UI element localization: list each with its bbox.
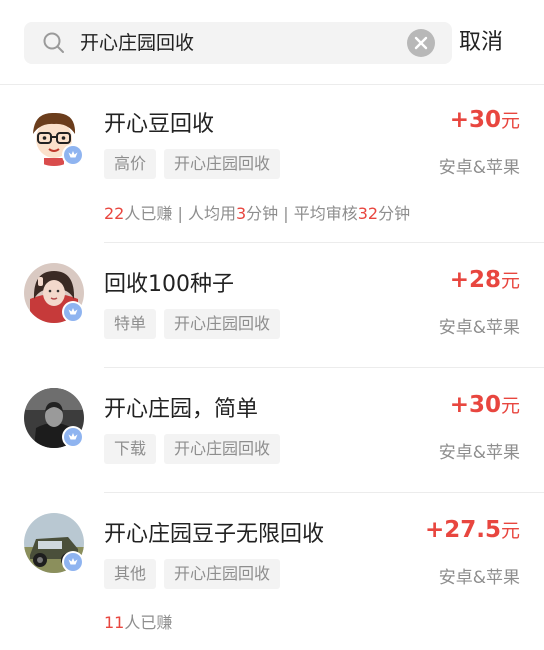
task-title: 开心庄园，简单: [104, 397, 259, 422]
tag: 特单: [104, 309, 157, 339]
avg-time-suffix: 分钟: [246, 204, 279, 223]
verified-badge-icon: [62, 426, 84, 448]
task-item[interactable]: 回收100种子 +28元 特单 开心庄园回收 安卓&苹果: [0, 243, 544, 367]
reward-unit: 元: [500, 110, 520, 132]
reward-unit: 元: [500, 270, 520, 292]
search-box[interactable]: [24, 22, 452, 64]
search-icon: [43, 32, 64, 53]
tag: 开心庄园回收: [164, 434, 281, 464]
platform-label: 安卓&苹果: [438, 158, 520, 178]
task-stats: 22人已赚 | 人均用3分钟 | 平均审核32分钟: [104, 200, 410, 224]
tag: 开心庄园回收: [164, 149, 281, 179]
avg-time-prefix: 人均用: [187, 204, 236, 223]
tag-list: 其他 开心庄园回收: [104, 559, 281, 589]
clear-button[interactable]: [407, 29, 435, 57]
task-item[interactable]: 开心庄园，简单 +30元 下载 开心庄园回收 安卓&苹果: [0, 368, 544, 492]
avatar: [24, 388, 84, 448]
avatar: [24, 263, 84, 323]
tag-list: 下载 开心庄园回收: [104, 434, 281, 464]
verified-badge-icon: [62, 551, 84, 573]
reward-amount: +30: [449, 107, 501, 133]
reward-amount: +28: [449, 267, 501, 293]
task-title: 开心豆回收: [104, 112, 215, 137]
task-item[interactable]: 开心庄园豆子无限回收 +27.5元 其他 开心庄园回收 安卓&苹果 11人已赚: [0, 493, 544, 632]
task-reward: +28元: [450, 266, 520, 293]
reward-unit: 元: [500, 520, 520, 542]
verified-badge-icon: [62, 144, 84, 166]
tag: 下载: [104, 434, 157, 464]
review-suffix: 分钟: [378, 204, 411, 223]
tag: 其他: [104, 559, 157, 589]
tag-list: 特单 开心庄园回收: [104, 309, 281, 339]
task-title: 开心庄园豆子无限回收: [104, 522, 325, 547]
separator: |: [172, 204, 188, 223]
reward-unit: 元: [500, 395, 520, 417]
avatar: [24, 106, 84, 166]
task-title: 回收100种子: [104, 272, 234, 297]
cancel-button[interactable]: 取消: [459, 22, 503, 64]
task-reward: +27.5元: [425, 516, 520, 543]
tag: 开心庄园回收: [164, 309, 281, 339]
task-item[interactable]: 开心豆回收 +30元 高价 开心庄园回收 安卓&苹果 22人已赚 | 人均用3分…: [0, 84, 544, 223]
clear-icon: [414, 36, 428, 50]
earned-count: 11: [104, 613, 125, 632]
platform-label: 安卓&苹果: [438, 568, 520, 588]
search-header: 取消: [0, 0, 544, 85]
tag-list: 高价 开心庄园回收: [104, 149, 281, 179]
earned-count: 22: [104, 204, 125, 223]
verified-badge-icon: [62, 301, 84, 323]
task-reward: +30元: [450, 106, 520, 133]
review-time: 32: [357, 204, 379, 223]
search-input[interactable]: [80, 22, 400, 64]
earned-suffix: 人已赚: [124, 204, 173, 223]
reward-amount: +27.5: [424, 517, 501, 543]
avg-time: 3: [235, 204, 247, 223]
task-stats: 11人已赚: [104, 609, 172, 633]
reward-amount: +30: [449, 392, 501, 418]
earned-suffix: 人已赚: [124, 613, 173, 632]
platform-label: 安卓&苹果: [438, 318, 520, 338]
tag: 开心庄园回收: [164, 559, 281, 589]
avatar: [24, 513, 84, 573]
tag: 高价: [104, 149, 157, 179]
task-reward: +30元: [450, 391, 520, 418]
platform-label: 安卓&苹果: [438, 443, 520, 463]
separator: |: [278, 204, 294, 223]
review-prefix: 平均审核: [293, 204, 358, 223]
